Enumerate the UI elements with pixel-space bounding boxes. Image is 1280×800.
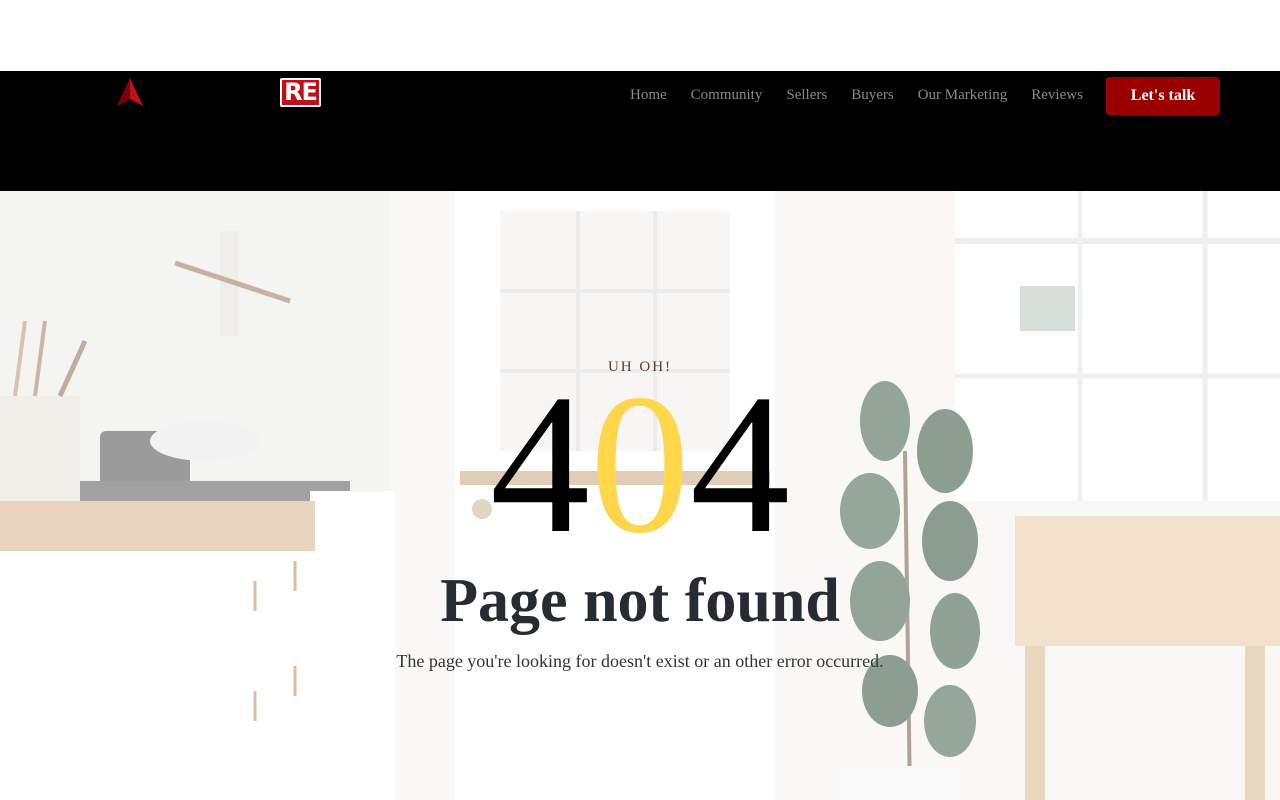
brand-logo-badge[interactable]: RE — [280, 78, 321, 107]
error-code-digit-last: 4 — [690, 354, 790, 575]
nav-link-our-marketing[interactable]: Our Marketing — [918, 86, 1008, 104]
error-message: The page you're looking for doesn't exis… — [396, 651, 884, 671]
nav-link-sellers[interactable]: Sellers — [786, 86, 827, 104]
error-code: 404 — [0, 365, 1280, 565]
lets-talk-button[interactable]: Let's talk — [1106, 77, 1220, 115]
top-whitespace — [0, 0, 1280, 71]
error-code-digit-first: 4 — [490, 354, 590, 575]
brand-logo-icon[interactable] — [116, 78, 144, 108]
nav-link-reviews[interactable]: Reviews — [1031, 86, 1083, 104]
nav-link-buyers[interactable]: Buyers — [851, 86, 894, 104]
main-navigation: Home Community Sellers Buyers Our Market… — [630, 86, 1083, 104]
error-code-digit-middle: 0 — [590, 354, 690, 575]
nav-link-community[interactable]: Community — [691, 86, 763, 104]
page-title: Page not found — [440, 567, 840, 635]
site-header: RE Home Community Sellers Buyers Our Mar… — [0, 71, 1280, 191]
error-hero: UH OH! 404 Page not found The page you'r… — [0, 191, 1280, 800]
nav-link-home[interactable]: Home — [630, 86, 667, 104]
